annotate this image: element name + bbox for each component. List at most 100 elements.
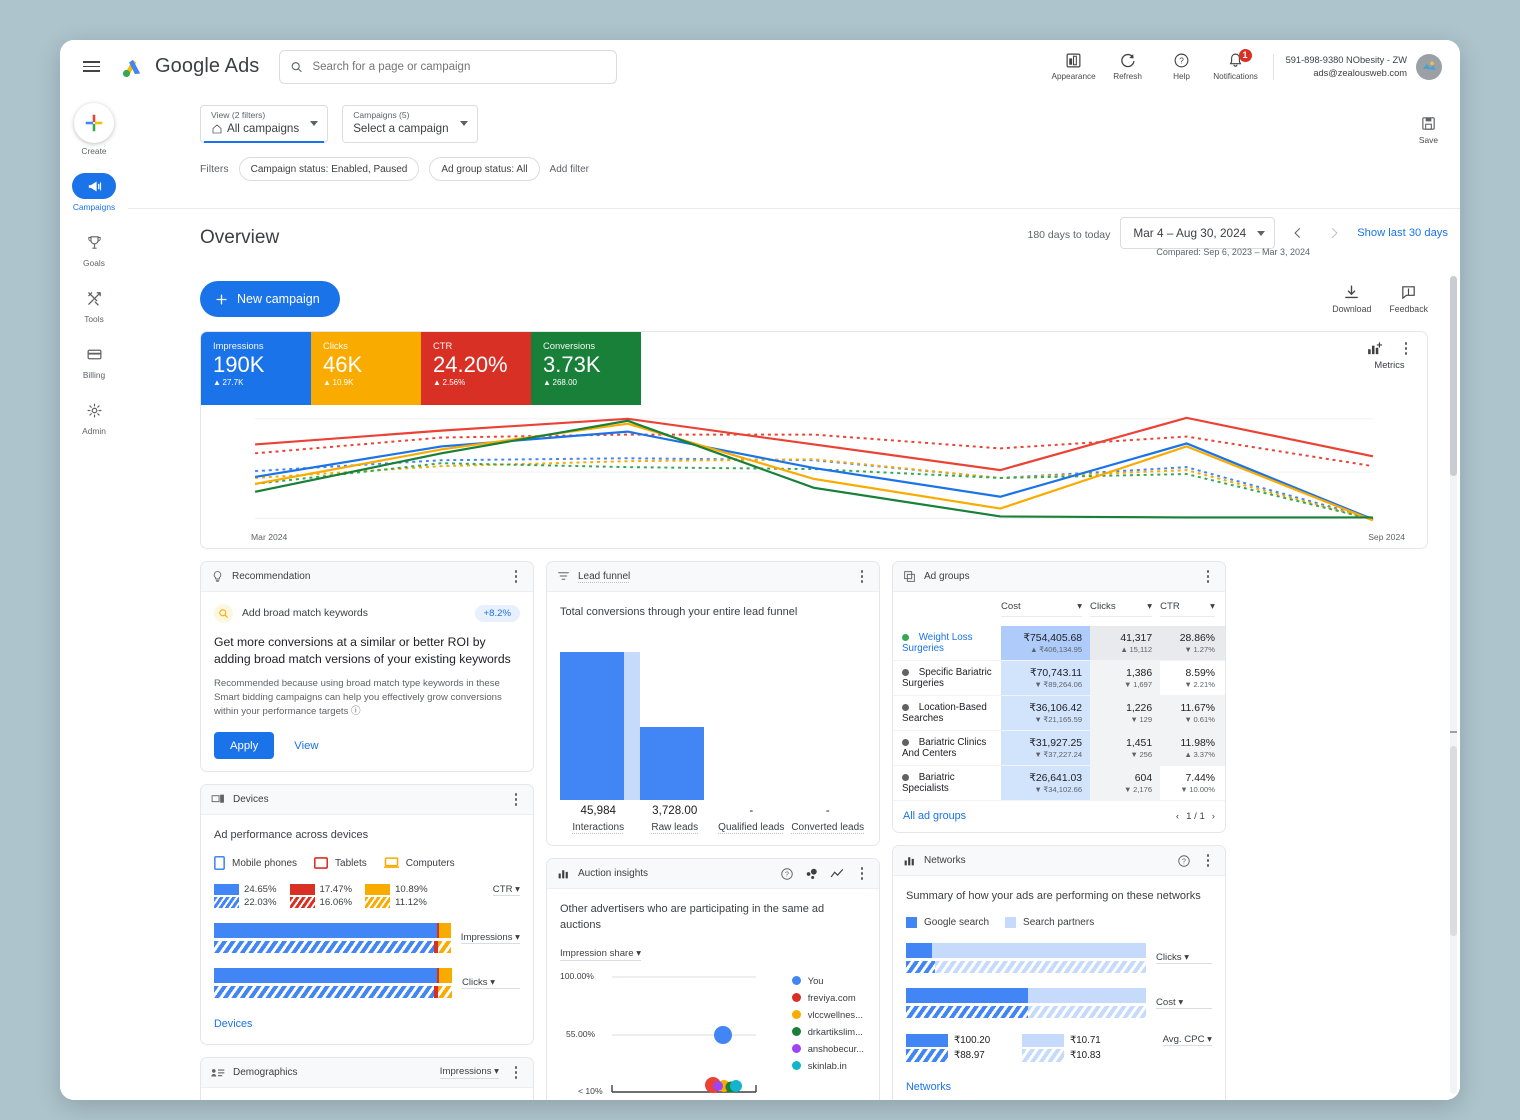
- download-button[interactable]: Download: [1332, 284, 1371, 314]
- appearance-button[interactable]: Appearance: [1047, 52, 1101, 81]
- clicks-value: 1,226: [1126, 702, 1153, 714]
- vertical-scrollbar[interactable]: [1450, 276, 1457, 1094]
- create-button[interactable]: Create: [74, 103, 114, 156]
- table-row[interactable]: Weight Loss Surgeries ₹754,405.68 ▲ ₹406…: [893, 626, 1225, 661]
- auction-insights-card: Auction insights ? Other advertisers who…: [546, 858, 880, 1100]
- table-row[interactable]: Bariatric Clinics And Centers ₹31,927.25…: [893, 730, 1225, 766]
- search-input[interactable]: [312, 60, 607, 73]
- campaign-select[interactable]: Campaigns (5) Select a campaign: [342, 105, 478, 143]
- account-id: 591-898-9380 NObesity - ZW: [1285, 54, 1407, 65]
- account-info[interactable]: 591-898-9380 NObesity - ZW ads@zealouswe…: [1272, 53, 1407, 80]
- sidebar-item-goals[interactable]: Goals: [60, 229, 128, 268]
- ad-group-name[interactable]: Weight Loss Surgeries: [902, 632, 972, 654]
- more-options-icon[interactable]: [855, 867, 869, 880]
- pager-next-icon[interactable]: ›: [1212, 811, 1215, 822]
- more-options-icon[interactable]: [1201, 854, 1215, 867]
- new-campaign-button[interactable]: New campaign: [200, 281, 340, 317]
- col-ctr[interactable]: CTR ▾: [1160, 592, 1225, 626]
- impressions-dropdown[interactable]: Impressions ▾: [460, 932, 520, 944]
- scorecard-ctr[interactable]: CTR 24.20% ▲ 2.56%: [421, 332, 531, 405]
- date-range-select[interactable]: Mar 4 – Aug 30, 2024: [1120, 217, 1276, 249]
- date-prev-button[interactable]: [1285, 217, 1311, 249]
- bar-seg-google: [906, 988, 1029, 1003]
- add-metric-icon[interactable]: [1366, 340, 1383, 357]
- legend-tablets: Tablets: [314, 857, 367, 869]
- add-filter-button[interactable]: Add filter: [550, 164, 589, 175]
- menu-icon[interactable]: [74, 50, 108, 84]
- brand-logo-group[interactable]: Google Ads: [120, 54, 259, 80]
- table-row[interactable]: Specific Bariatric Surgeries ₹70,743.11 …: [893, 660, 1225, 696]
- networks-clicks-dropdown[interactable]: Clicks ▾: [1156, 952, 1212, 964]
- table-row[interactable]: Location-Based Searches ₹36,106.42 ▼ ₹21…: [893, 695, 1225, 731]
- filter-chip-adgroup-status[interactable]: Ad group status: All: [429, 157, 540, 181]
- pager-prev-icon[interactable]: ‹: [1176, 811, 1179, 822]
- sidebar-item-billing[interactable]: Billing: [60, 341, 128, 380]
- auction-y-dropdown[interactable]: Impression share ▾: [560, 948, 642, 961]
- networks-link[interactable]: Networks: [906, 1081, 951, 1093]
- clicks-dropdown[interactable]: Clicks ▾: [462, 977, 520, 989]
- ad-group-name[interactable]: Bariatric Specialists: [902, 772, 955, 794]
- scorecard-delta: ▲ 10.9K: [323, 378, 354, 387]
- stage-label[interactable]: Raw leads: [637, 822, 714, 833]
- devices-card: Devices Ad performance across devices Mo…: [200, 784, 534, 1045]
- scrollbar-thumb-lower[interactable]: [1450, 746, 1457, 936]
- devices-card-header: Devices: [201, 785, 533, 815]
- funnel-stage-qualified-leads: - Qualified leads: [713, 804, 790, 833]
- ad-group-name[interactable]: Bariatric Clinics And Centers: [902, 737, 986, 759]
- col-cost[interactable]: Cost ▾: [1001, 592, 1090, 626]
- devices-link[interactable]: Devices: [214, 1018, 252, 1030]
- table-row[interactable]: Bariatric Specialists ₹26,641.03 ▼ ₹34,1…: [893, 765, 1225, 801]
- status-dot-paused: [902, 703, 909, 711]
- scorecard-conversions[interactable]: Conversions 3.73K ▲ 268.00: [531, 332, 641, 405]
- all-ad-groups-link[interactable]: All ad groups: [903, 810, 966, 822]
- bar-seg-computer: [439, 923, 451, 938]
- chart-more-options-icon[interactable]: [1399, 342, 1413, 355]
- cost-value: ₹31,927.25: [1029, 738, 1083, 749]
- scroll-body[interactable]: New campaign Download Feedback Impressio…: [128, 271, 1460, 1100]
- stage-label[interactable]: Interactions: [560, 822, 637, 833]
- show-last-30-days-link[interactable]: Show last 30 days: [1357, 227, 1448, 239]
- sidebar-item-campaigns[interactable]: Campaigns: [60, 173, 128, 212]
- legend-freviya: freviya.com: [791, 992, 864, 1003]
- more-options-icon[interactable]: [509, 570, 523, 583]
- notifications-button[interactable]: 1 Notifications: [1209, 49, 1263, 81]
- demographics-metric-dropdown[interactable]: Impressions ▾: [439, 1066, 499, 1079]
- help-icon[interactable]: ?: [780, 867, 794, 881]
- more-options-icon[interactable]: [509, 1066, 523, 1079]
- networks-metric-dropdown[interactable]: Avg. CPC ▾: [1162, 1034, 1212, 1046]
- save-button[interactable]: Save: [1419, 115, 1438, 145]
- stage-label[interactable]: Converted leads: [790, 822, 867, 833]
- filter-chip-campaign-status[interactable]: Campaign status: Enabled, Paused: [238, 157, 420, 181]
- more-options-icon[interactable]: [855, 570, 869, 583]
- scorecard-impressions[interactable]: Impressions 190K ▲ 27.7K: [201, 332, 311, 405]
- networks-cost-dropdown[interactable]: Cost ▾: [1156, 997, 1212, 1009]
- avatar[interactable]: [1416, 53, 1442, 80]
- scorecard-label: Conversions: [543, 340, 596, 351]
- sidebar-item-tools[interactable]: Tools: [60, 285, 128, 324]
- bubble-chart-icon[interactable]: [804, 867, 819, 881]
- scrollbar-thumb-upper[interactable]: [1450, 276, 1457, 476]
- scorecard-clicks[interactable]: Clicks 46K ▲ 10.9K: [311, 332, 421, 405]
- view-button[interactable]: View: [294, 740, 318, 752]
- search-bar[interactable]: [279, 49, 618, 84]
- clicks-delta: ▼ 1,697: [1124, 679, 1153, 689]
- col-clicks[interactable]: Clicks ▾: [1090, 592, 1160, 626]
- ad-group-name[interactable]: Specific Bariatric Surgeries: [902, 667, 992, 689]
- sidebar-item-admin[interactable]: Admin: [60, 397, 128, 436]
- feedback-button[interactable]: Feedback: [1389, 284, 1428, 314]
- view-select[interactable]: View (2 filters) All campaigns: [200, 105, 329, 143]
- line-chart-icon[interactable]: [829, 867, 845, 881]
- help-button[interactable]: ? Help: [1155, 52, 1209, 81]
- more-options-icon[interactable]: [1201, 570, 1215, 583]
- stage-label[interactable]: Qualified leads: [713, 822, 790, 833]
- more-options-icon[interactable]: [509, 793, 523, 806]
- ad-group-name[interactable]: Location-Based Searches: [902, 702, 987, 724]
- lead-funnel-card-title[interactable]: Lead funnel: [578, 571, 630, 582]
- date-next-button[interactable]: [1321, 217, 1347, 249]
- help-icon[interactable]: ?: [1177, 854, 1191, 868]
- swatch-hatched: [365, 897, 391, 908]
- refresh-button[interactable]: Refresh: [1101, 52, 1155, 81]
- ctr-cell: 28.86% ▼ 1.27%: [1160, 626, 1225, 661]
- devices-metric-dropdown[interactable]: CTR ▾: [492, 884, 520, 896]
- apply-button[interactable]: Apply: [214, 732, 275, 759]
